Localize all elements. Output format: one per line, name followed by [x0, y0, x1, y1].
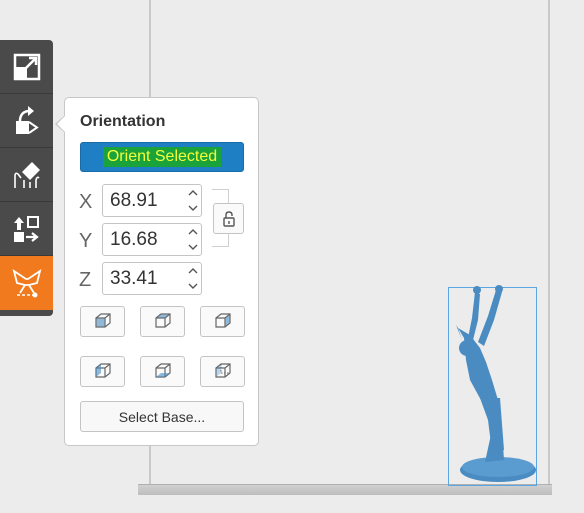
rotate-icon [15, 105, 39, 134]
view-front-button[interactable] [80, 306, 125, 337]
chevron-down-icon [188, 244, 198, 250]
panel-title: Orientation [80, 113, 166, 130]
scale-tool-button[interactable] [0, 40, 53, 94]
chevron-up-icon [188, 229, 198, 235]
model-figure[interactable] [440, 280, 550, 490]
orientation-panel: Orientation Orient Selected X 68.91 Y 16… [64, 97, 259, 446]
y-decrement-button[interactable] [187, 240, 199, 254]
orient-selected-button[interactable]: Orient Selected [80, 142, 244, 172]
y-rotation-input[interactable]: 16.68 [102, 223, 202, 256]
cube-icon [214, 312, 231, 328]
view-top-button[interactable] [140, 306, 185, 337]
x-rotation-input[interactable]: 68.91 [102, 184, 202, 217]
x-increment-button[interactable] [187, 186, 199, 200]
cube-icon [214, 362, 231, 378]
orient-selected-label: Orient Selected [102, 147, 222, 167]
chevron-down-icon [188, 283, 198, 289]
unlock-icon [222, 210, 235, 227]
uniform-lock-button[interactable] [213, 203, 244, 234]
x-axis-label: X [79, 191, 93, 213]
tool-sidebar [0, 40, 53, 316]
mirror-tool-button[interactable] [0, 256, 53, 310]
chevron-up-icon [188, 268, 198, 274]
panel-pointer-fill [57, 116, 65, 132]
arrange-icon [13, 215, 39, 242]
view-bottom-button[interactable] [140, 356, 185, 387]
z-decrement-button[interactable] [187, 279, 199, 293]
chevron-up-icon [188, 190, 198, 196]
y-axis-label: Y [79, 230, 93, 252]
z-rotation-input[interactable]: 33.41 [102, 262, 202, 295]
mirror-icon [12, 268, 41, 298]
cube-icon [154, 312, 171, 328]
chevron-down-icon [188, 205, 198, 211]
view-back-button[interactable] [80, 356, 125, 387]
rotate-tool-button[interactable] [0, 94, 53, 148]
z-axis-label: Z [79, 269, 92, 291]
y-value: 16.68 [110, 229, 158, 250]
view-right-button[interactable] [200, 306, 245, 337]
cube-icon [94, 362, 111, 378]
z-value: 33.41 [110, 268, 158, 289]
z-increment-button[interactable] [187, 264, 199, 278]
support-icon [13, 161, 40, 188]
support-tool-button[interactable] [0, 148, 53, 202]
view-left-button[interactable] [200, 356, 245, 387]
scale-icon [13, 53, 40, 80]
select-base-button[interactable]: Select Base... [80, 401, 244, 432]
arrange-tool-button[interactable] [0, 202, 53, 256]
y-increment-button[interactable] [187, 225, 199, 239]
cube-icon [154, 362, 171, 378]
x-value: 68.91 [110, 190, 158, 211]
cube-icon [94, 312, 111, 328]
x-decrement-button[interactable] [187, 201, 199, 215]
